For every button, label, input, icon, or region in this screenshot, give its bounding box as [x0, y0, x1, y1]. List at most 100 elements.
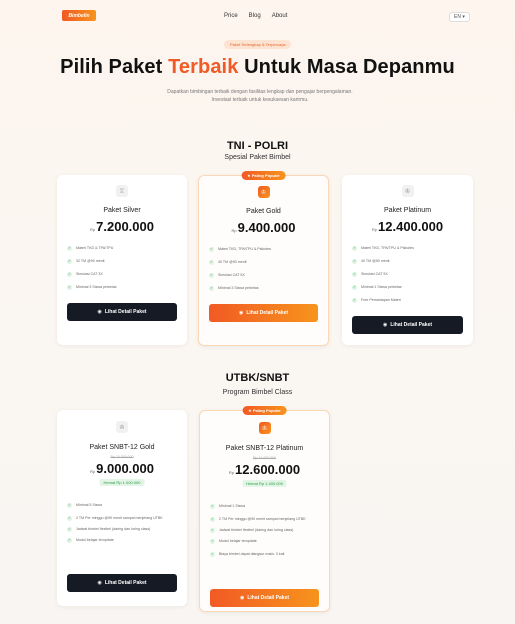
eye-icon: ◉ — [239, 595, 245, 601]
list-item: ✓ 2 TM Per minggu @90 menit sampai menjel… — [67, 516, 177, 521]
price-value: 9.000.000 — [96, 461, 154, 476]
list-item: ✓ Minimal 3 Siswa perkelas — [67, 285, 177, 290]
list-item: ✓ Jadwal bimbel flexibel (daring dan luri… — [67, 527, 177, 532]
list-item: ✓ Materi TKD, TPA/TPU & Psikotes — [352, 246, 463, 251]
list-item: ✓ Free Pemantapan Materi — [352, 298, 463, 303]
nav-link-blog[interactable]: Blog — [249, 13, 261, 19]
feature-text: Modul belajar terupdate — [76, 538, 114, 542]
section-title-tni-polri: TNI - POLRI — [226, 140, 289, 152]
pricing-card-gold: ★ Paling Populer ♔ Paket Gold Rp9.400.00… — [198, 171, 329, 346]
feature-list: ✓ Minimal 5 Siswa ✓ 2 TM Per minggu @90 me… — [67, 503, 177, 543]
check-icon: ✓ — [67, 538, 72, 543]
card-name: Paket Gold — [246, 208, 281, 215]
price-value: 7.200.000 — [96, 219, 154, 234]
list-item: ✓ Modul belajar terupdate — [67, 538, 177, 543]
feature-text: Simulasi CAT 3X — [76, 272, 103, 276]
feature-text: Biaya bimbel dapat diangsur maks. 3 kali — [219, 552, 285, 556]
feature-text: Minimal 5 Siswa — [76, 503, 102, 507]
feature-text: Modul belajar terupdate — [219, 539, 257, 543]
nav-link-price[interactable]: Price — [224, 13, 238, 19]
pricing-card-snbt-platinum: ★ Paling Populer ♔ Paket SNBT-12 Platinu… — [199, 406, 330, 612]
nav-links: Price Blog About — [224, 13, 287, 19]
feature-text: Minimal 1 Siswa — [219, 504, 245, 508]
feature-list: ✓ Materi TKD, TPA/TPU & Psikotes ✓ 40 TM @… — [352, 246, 463, 303]
check-icon: ✓ — [210, 517, 215, 522]
hero-pill: Paket Terlengkap & Terpercaya — [224, 40, 292, 49]
language-selector[interactable]: EN ▾ — [449, 12, 470, 22]
button-label: Lihat Detail Paket — [104, 309, 147, 315]
feature-text: Materi TKD, TPA/TPU & Psikotes — [361, 246, 414, 250]
card-price: Rp7.200.000 — [57, 219, 187, 234]
view-detail-button[interactable]: ◉ Lihat Detail Paket — [209, 304, 318, 322]
check-icon: ✓ — [209, 273, 214, 278]
check-icon: ✓ — [67, 527, 72, 532]
crown-icon: ♔ — [401, 185, 414, 197]
check-icon: ✓ — [352, 272, 357, 277]
title-part: Untuk Masa Depanmu — [238, 56, 455, 78]
card-name: Paket Silver — [103, 207, 141, 214]
check-icon: ✓ — [209, 260, 214, 265]
view-detail-button[interactable]: ◉ Lihat Detail Paket — [352, 316, 463, 334]
check-icon: ✓ — [67, 503, 72, 508]
page-title: Pilih Paket Terbaik Untuk Masa Depanmu — [0, 56, 515, 79]
check-icon: ✓ — [67, 246, 72, 251]
check-icon: ✓ — [210, 552, 215, 557]
list-item: ✓ Jadwal bimbel flexibel (daring dan luri… — [210, 528, 319, 533]
view-detail-button[interactable]: ◉ Lihat Detail Paket — [67, 303, 177, 321]
feature-text: 40 TM @90 menit — [218, 260, 247, 264]
list-item: ✓ Minimal 3 Siswa perkelas — [209, 286, 318, 291]
eye-icon: ◉ — [97, 580, 102, 586]
eye-icon: ◉ — [382, 322, 388, 328]
view-detail-button[interactable]: ◉ Lihat Detail Paket — [210, 589, 319, 607]
feature-text: Simulasi CAT 5X — [218, 273, 245, 277]
crown-icon: ♔ — [258, 422, 271, 434]
check-icon: ✓ — [209, 247, 214, 252]
check-icon: ✓ — [352, 246, 357, 251]
feature-text: Jadwal bimbel flexibel (daring dan lurin… — [219, 528, 294, 532]
feature-text: 2 TM Per minggu @90 menit sampai menjela… — [219, 517, 306, 521]
list-item: ✓ Simulasi CAT 5X — [209, 273, 318, 278]
card-name: Paket Platinum — [383, 207, 432, 214]
original-price: Rp 10.000.000 — [110, 455, 134, 459]
popular-badge: ★ Paling Populer — [241, 171, 286, 180]
crown-icon: ♔ — [257, 186, 270, 198]
section-subtitle-utbk-snbt: Program Bimbel Class — [222, 389, 293, 396]
price-value: 12.600.000 — [235, 462, 301, 477]
pricing-card-snbt-gold: ♔ Paket SNBT-12 Gold Rp 10.000.000 Rp9.0… — [57, 410, 187, 606]
list-item: ✓ 32 TM @90 menit — [67, 259, 177, 264]
list-item: ✓ Materi TKD, TPA/TPU & Psikotes — [209, 247, 318, 252]
check-icon: ✓ — [67, 272, 72, 277]
savings-badge: Hemat Rp 1.000.000 — [99, 479, 145, 486]
nav-link-about[interactable]: About — [272, 13, 288, 19]
feature-text: Simulasi CAT 5X — [361, 272, 388, 276]
list-item: ✓ Materi TKD & TPA/TPU — [67, 246, 177, 251]
popular-badge: ★ Paling Populer — [242, 406, 287, 415]
eye-icon: ◉ — [238, 310, 244, 316]
feature-text: 32 TM @90 menit — [76, 259, 105, 263]
feature-text: Materi TKD & TPA/TPU — [76, 246, 114, 250]
button-label: Lihat Detail Paket — [104, 580, 147, 586]
list-item: ✓ 40 TM @90 menit — [209, 260, 318, 265]
currency: Rp — [371, 227, 378, 232]
feature-text: Jadwal bimbel flexibel (daring dan lurin… — [76, 527, 151, 531]
card-name: Paket SNBT-12 Gold — [89, 444, 155, 451]
brand-logo[interactable]: Bimbelin — [62, 10, 96, 21]
savings-badge: Hemat Rp 1.400.000 — [242, 480, 287, 487]
card-price: Rp12.400.000 — [342, 219, 473, 234]
button-label: Lihat Detail Paket — [246, 310, 289, 316]
feature-text: Minimal 1 Siswa perkelas — [361, 285, 402, 289]
view-detail-button[interactable]: ◉ Lihat Detail Paket — [67, 574, 177, 592]
list-item: ✓ 40 TM @90 menit — [352, 259, 463, 264]
check-icon: ✓ — [210, 528, 215, 533]
currency: Rp — [90, 469, 96, 474]
pricing-card-platinum: ♔ Paket Platinum Rp12.400.000 ✓ Materi TK… — [342, 175, 473, 345]
list-item: ✓ 2 TM Per minggu @90 menit sampai menjel… — [210, 517, 319, 522]
eye-icon: ◉ — [97, 309, 102, 315]
card-price: Rp12.600.000 — [200, 462, 329, 477]
currency: Rp — [228, 470, 235, 475]
list-item: ✓ Simulasi CAT 3X — [67, 272, 177, 277]
feature-list: ✓ Minimal 1 Siswa ✓ 2 TM Per minggu @90 me… — [210, 504, 319, 557]
card-price: Rp9.400.000 — [199, 220, 328, 235]
check-icon: ✓ — [67, 516, 72, 521]
feature-list: ✓ Materi TKD & TPA/TPU ✓ 32 TM @90 menit ✓… — [67, 246, 177, 290]
